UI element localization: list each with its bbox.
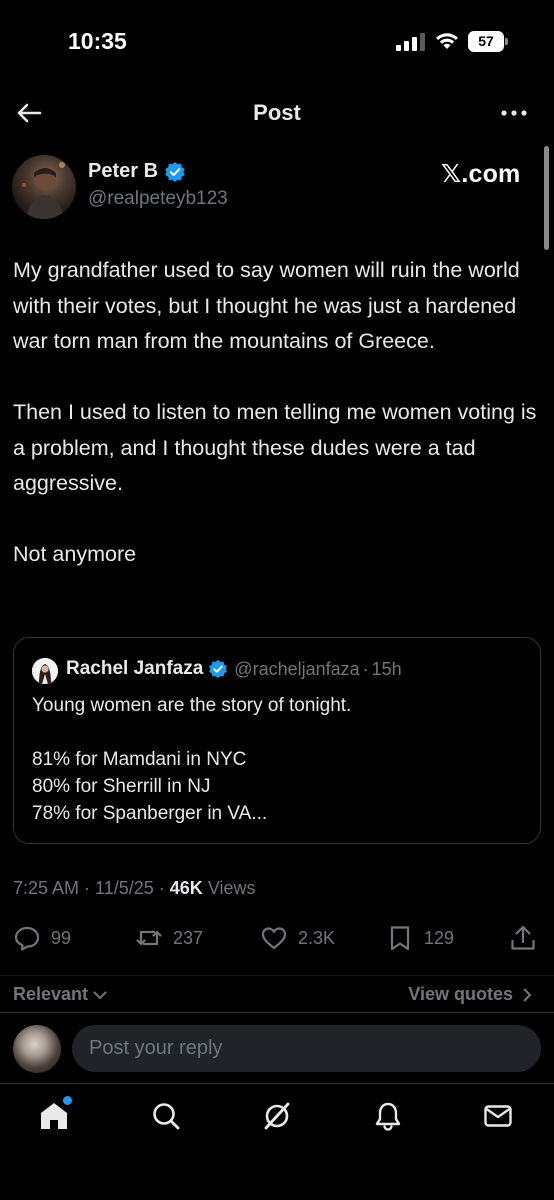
notifications-icon (375, 1102, 401, 1131)
verified-badge-icon (165, 161, 185, 182)
grok-icon (264, 1102, 290, 1130)
post-date: 11/5/25 (95, 878, 154, 898)
quote-separator: · (362, 658, 369, 679)
post-paragraph: My grandfather used to say women will ru… (13, 258, 520, 353)
search-icon (153, 1103, 180, 1130)
verified-badge-icon (209, 659, 228, 679)
status-time: 10:35 (68, 28, 127, 54)
messages-icon (484, 1105, 512, 1127)
author-name[interactable]: Peter B (88, 160, 158, 183)
nav-grok[interactable] (261, 1100, 297, 1136)
sort-dropdown[interactable]: Relevant (13, 984, 109, 1005)
nav-notifications[interactable] (372, 1100, 408, 1136)
quote-line: 81% for Mamdani in NYC (32, 749, 247, 770)
quote-author-name: Rachel Janfaza (66, 658, 204, 679)
chevron-down-icon (93, 991, 107, 999)
quote-line: Young women are the story of tonight. (32, 695, 352, 716)
share-icon (511, 925, 535, 950)
meta-separator: · (153, 878, 170, 898)
author-name-row[interactable]: Peter B (88, 160, 186, 183)
quote-avatar (32, 658, 58, 684)
reply-count: 99 (51, 927, 72, 948)
quote-author-handle: @racheljanfaza (234, 658, 360, 679)
cellular-signal-icon (396, 33, 425, 51)
quote-header: Rachel Janfaza @racheljanfaza · 15h (66, 658, 402, 680)
repost-count: 237 (173, 927, 204, 948)
nav-messages[interactable] (482, 1100, 518, 1136)
view-quotes-link[interactable]: View quotes (408, 984, 536, 1005)
post-header: Post (0, 84, 554, 146)
bookmark-button[interactable]: 129 (386, 918, 454, 958)
chevron-right-icon (523, 988, 531, 1001)
repost-icon (136, 930, 162, 946)
battery-indicator: 57 (468, 31, 508, 52)
sort-label: Relevant (13, 984, 89, 1004)
repost-button[interactable]: 237 (135, 918, 203, 958)
like-button[interactable]: 2.3K (260, 918, 335, 958)
view-quotes-label: View quotes (408, 984, 513, 1004)
post-text: My grandfather used to say women will ru… (13, 253, 543, 573)
nav-home[interactable] (38, 1100, 74, 1136)
divider (0, 1012, 554, 1013)
home-notification-dot (63, 1096, 72, 1105)
reply-button[interactable]: 99 (13, 918, 71, 958)
page-title: Post (253, 100, 301, 125)
quoted-post[interactable]: Rachel Janfaza @racheljanfaza · 15h Youn… (13, 637, 541, 844)
views-label: Views (202, 878, 256, 898)
post-time: 7:25 AM (13, 878, 80, 898)
quote-text: Young women are the story of tonight. 81… (32, 692, 532, 827)
post-paragraph: Then I used to listen to men telling me … (13, 400, 537, 495)
battery-level: 57 (478, 33, 494, 49)
reply-avatar (13, 1025, 61, 1073)
heart-icon (261, 927, 287, 950)
status-bar: 10:35 57 (0, 0, 554, 84)
post-meta: 7:25 AM · 11/5/25 · 46K Views (13, 878, 256, 899)
quote-line: 78% for Spanberger in VA... (32, 803, 268, 824)
wifi-icon (436, 33, 458, 49)
quote-timestamp: 15h (371, 658, 402, 679)
xcom-watermark: 𝕏.com (441, 160, 521, 188)
share-button[interactable] (509, 918, 537, 958)
views-count[interactable]: 46K (170, 878, 203, 898)
like-count: 2.3K (298, 927, 336, 948)
divider (0, 975, 554, 976)
scrollbar[interactable] (544, 146, 549, 250)
post-paragraph: Not anymore (13, 542, 137, 566)
reply-input[interactable] (72, 1025, 541, 1072)
meta-separator: · (79, 878, 96, 898)
post-actions: 99 237 2.3K 129 (0, 918, 554, 958)
author-handle[interactable]: @realpeteyb123 (88, 188, 228, 210)
avatar[interactable] (12, 155, 76, 219)
bookmark-icon (390, 926, 410, 951)
bottom-nav (0, 1084, 554, 1200)
bookmark-count: 129 (424, 927, 455, 948)
nav-search[interactable] (150, 1100, 186, 1136)
reply-icon (14, 926, 40, 951)
more-horizontal-icon[interactable] (498, 100, 530, 126)
quote-line: 80% for Sherrill in NJ (32, 776, 211, 797)
